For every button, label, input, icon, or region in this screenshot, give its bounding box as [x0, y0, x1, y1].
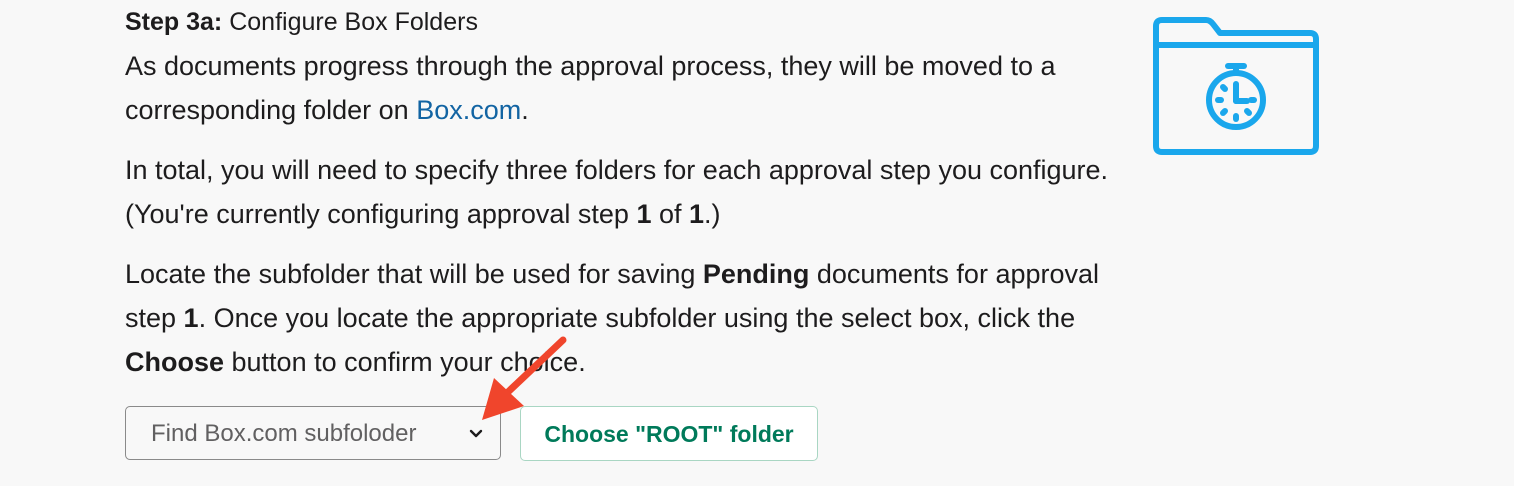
instructions-text-end: button to confirm your choice. [224, 347, 586, 377]
current-step-number: 1 [636, 199, 652, 229]
instructions-text-mid2: . Once you locate the appropriate subfol… [198, 303, 1076, 333]
instructions-text: Locate the subfolder that will be used f… [125, 259, 703, 289]
box-com-link[interactable]: Box.com [416, 95, 521, 125]
subfolder-select[interactable]: Find Box.com subfoloder [125, 406, 501, 460]
subfolder-select-placeholder: Find Box.com subfoloder [151, 420, 417, 447]
of-text: of [651, 199, 690, 229]
intro-text-end: . [521, 95, 529, 125]
folder-clock-icon [1153, 17, 1319, 155]
choose-root-folder-button[interactable]: Choose "ROOT" folder [520, 406, 818, 461]
instructions-step-number: 1 [183, 303, 199, 333]
folders-text: In total, you will need to specify three… [125, 155, 1109, 229]
intro-paragraph: As documents progress through the approv… [125, 44, 1125, 132]
chevron-down-icon [469, 429, 483, 438]
pending-status-word: Pending [702, 259, 810, 289]
choose-word: Choose [125, 347, 225, 377]
total-steps-number: 1 [689, 199, 705, 229]
page: Step 3a: Configure Box Folders As docume… [0, 0, 1514, 486]
step-heading: Step 3a: Configure Box Folders [125, 0, 478, 44]
intro-text: As documents progress through the approv… [125, 51, 1056, 125]
step-title: Configure Box Folders [222, 8, 478, 36]
step-label: Step 3a: [125, 8, 223, 36]
folders-paragraph: In total, you will need to specify three… [125, 148, 1125, 236]
instructions-paragraph: Locate the subfolder that will be used f… [125, 252, 1125, 384]
folders-text-end: .) [704, 199, 721, 229]
